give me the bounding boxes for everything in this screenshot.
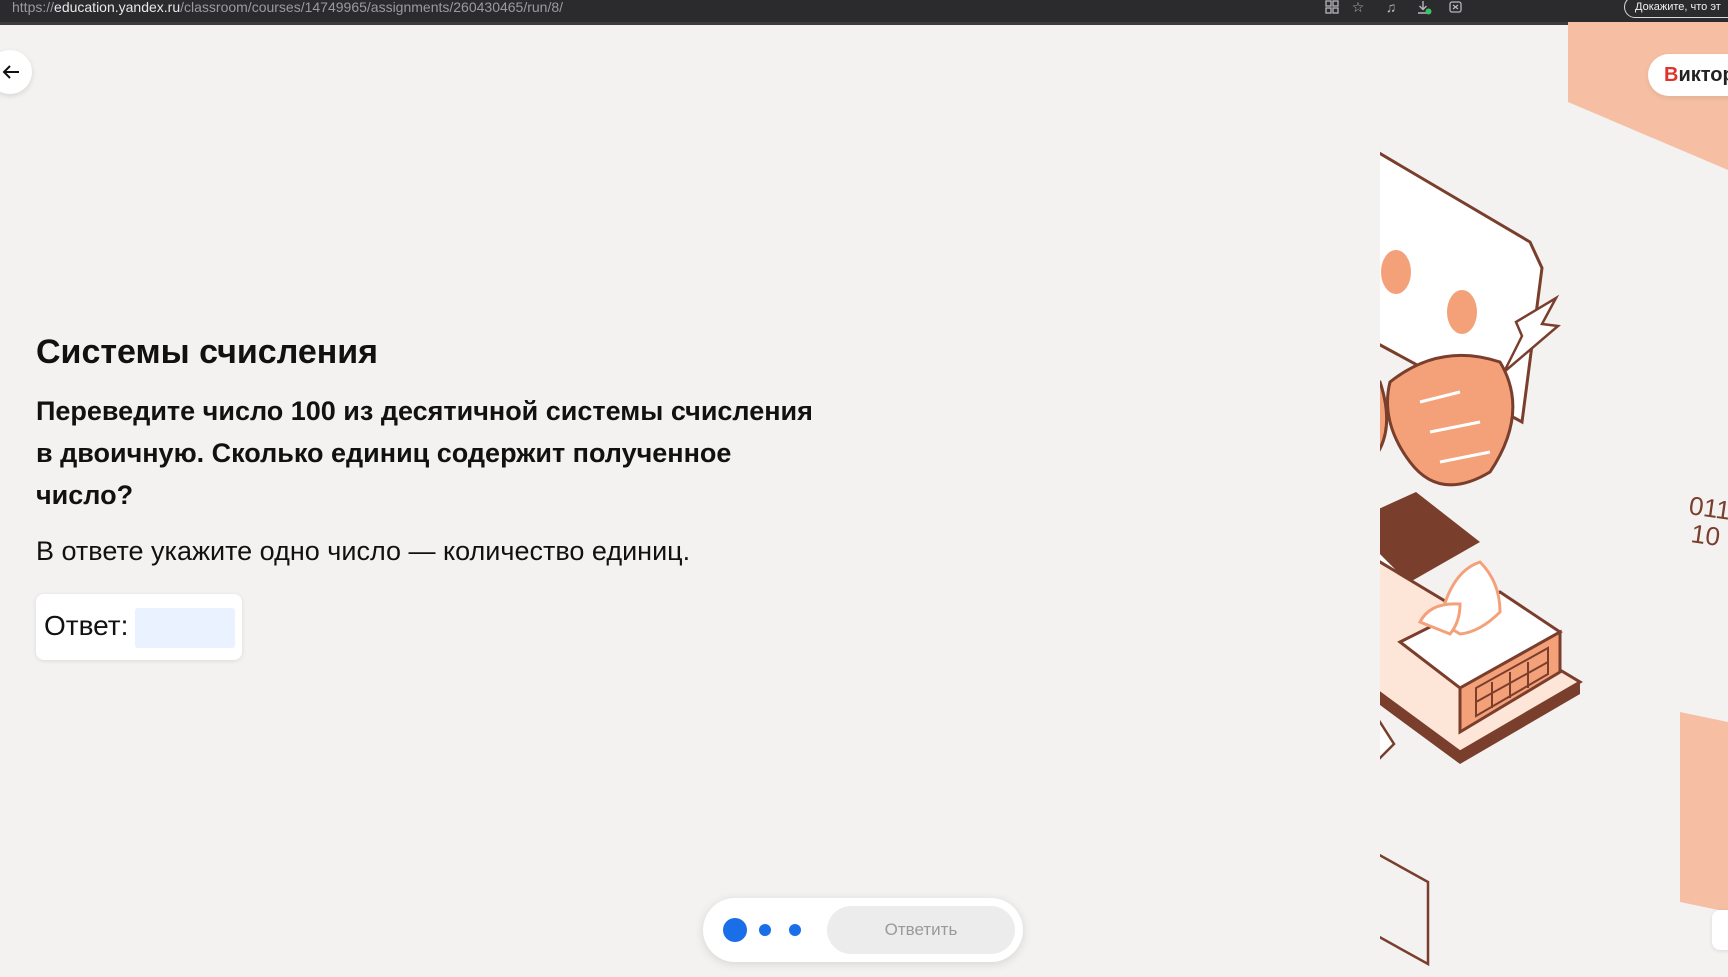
address-bar[interactable]: https://education.yandex.ru/classroom/co…: [12, 0, 563, 16]
user-profile-button[interactable]: Виктор: [1648, 54, 1728, 96]
extension-icon[interactable]: [1446, 0, 1466, 16]
answer-card: Ответ:: [36, 594, 242, 660]
side-panel-tab[interactable]: [1712, 910, 1728, 950]
task-instruction: В ответе укажите одно число — количество…: [36, 536, 691, 566]
submit-button[interactable]: Ответить: [827, 906, 1015, 954]
music-note-icon[interactable]: ♫: [1381, 0, 1401, 16]
user-name-initial: В: [1664, 64, 1679, 86]
answer-label: Ответ:: [44, 610, 129, 641]
prove-button[interactable]: Докажите, что эт: [1624, 0, 1728, 18]
step-controls: Ответить: [703, 898, 1023, 962]
back-button[interactable]: [0, 50, 32, 94]
url-scheme: https://: [12, 0, 55, 15]
task-content: Системы счисления Переведите число 100 и…: [36, 330, 836, 572]
step-dot-1[interactable]: [723, 918, 747, 942]
page-title: Системы счисления: [36, 333, 379, 371]
grid-icon[interactable]: [1322, 0, 1342, 16]
answer-input[interactable]: [135, 608, 235, 648]
url-path: /classroom/courses/14749965/assignments/…: [180, 0, 564, 15]
download-icon[interactable]: [1414, 0, 1434, 16]
url-host: education.yandex.ru: [54, 0, 181, 15]
arrow-left-icon: [2, 65, 19, 79]
binary-text-bottom: 10: [1689, 518, 1722, 552]
task-question: Переведите число 100 из десятичной систе…: [36, 396, 813, 510]
decorative-illustration: 011 10: [1267, 22, 1728, 977]
step-dot-3[interactable]: [789, 924, 801, 936]
user-name-rest: иктор: [1678, 64, 1728, 86]
star-icon[interactable]: ☆: [1348, 0, 1368, 16]
step-dot-2[interactable]: [759, 924, 771, 936]
